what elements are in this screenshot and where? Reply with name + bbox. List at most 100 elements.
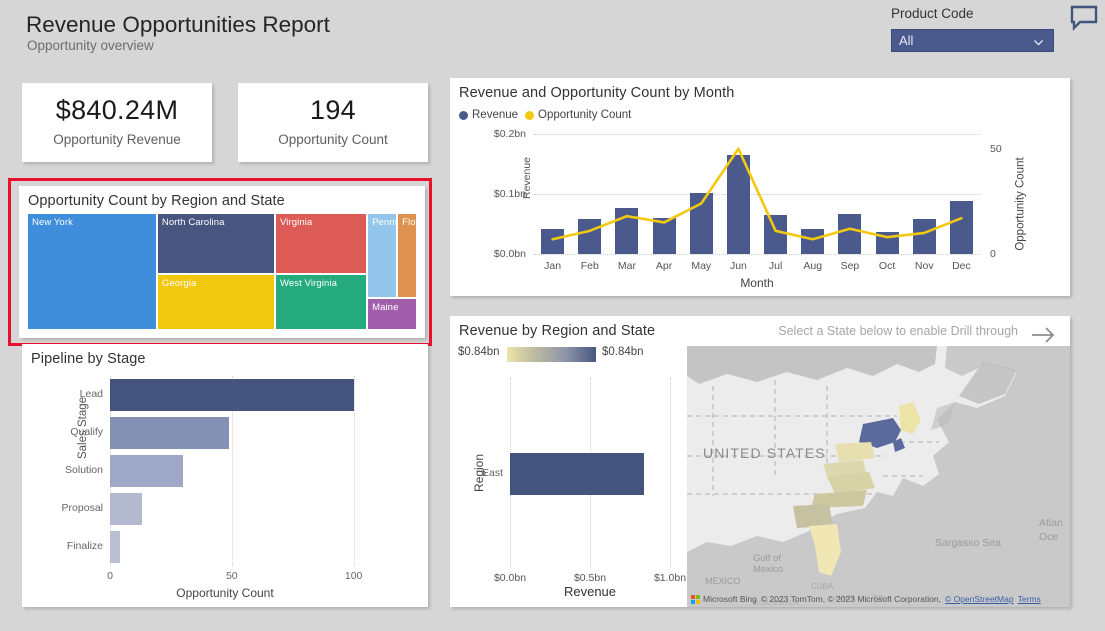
revenue-and-opportunity-count-by-month-card[interactable]: Revenue and Opportunity Count by Month R…	[450, 78, 1070, 296]
x-axis-tick: Nov	[915, 260, 934, 272]
svg-text:UNITED STATES: UNITED STATES	[703, 445, 826, 461]
x-axis-tick: Aug	[803, 260, 822, 272]
combo-plot: $0.0bn$0.1bn$0.2bn050JanFebMarAprMayJunJ…	[534, 134, 980, 254]
x-axis-tick: Jan	[544, 260, 561, 272]
legend-marker	[459, 111, 468, 120]
map-copyright-text: © 2023 TomTom, © 2023 Microsoft Corporat…	[761, 594, 941, 604]
combo-title: Revenue and Opportunity Count by Month	[450, 78, 1070, 101]
pipeline-title: Pipeline by Stage	[22, 344, 428, 367]
legend-item[interactable]: Opportunity Count	[525, 109, 631, 121]
map-graphic: UNITED STATES Sargasso Sea Gulf of Mexic…	[687, 346, 1070, 607]
svg-text:MEXICO: MEXICO	[705, 576, 741, 586]
bar[interactable]	[110, 455, 183, 487]
y-axis-tick: $0.0bn	[494, 248, 526, 260]
region-x-axis-label: Revenue	[510, 584, 670, 599]
openstreetmap-link[interactable]: © OpenStreetMap	[945, 594, 1014, 604]
bar-row[interactable]: Solution	[110, 455, 378, 487]
bar-row[interactable]: Lead	[110, 379, 378, 411]
treemap-tile-label: New York	[28, 214, 156, 228]
x-axis-tick: $0.0bn	[494, 572, 526, 584]
treemap-tile-label: Georgia	[158, 275, 274, 289]
bar[interactable]	[110, 417, 229, 449]
combo-x-axis-label: Month	[534, 276, 980, 290]
treemap-tile[interactable]: West Virginia	[275, 274, 367, 330]
comment-icon[interactable]	[1069, 4, 1099, 32]
secondary-y-axis-tick: 50	[990, 143, 1002, 155]
treemap-tile[interactable]: Virginia	[275, 213, 367, 274]
opportunity-count-line	[534, 134, 980, 254]
terms-link[interactable]: Terms	[1018, 594, 1041, 604]
drill-through-hint: Select a State below to enable Drill thr…	[778, 324, 1018, 338]
treemap-tile[interactable]: Maine	[367, 298, 417, 330]
page-title: Revenue Opportunities Report	[26, 12, 330, 38]
product-code-slicer[interactable]: All	[891, 29, 1054, 52]
page-subtitle: Opportunity overview	[27, 38, 154, 53]
svg-text:Oce: Oce	[1039, 531, 1058, 543]
svg-text:Sargasso Sea: Sargasso Sea	[935, 537, 1001, 549]
svg-text:Atlan: Atlan	[1039, 517, 1063, 529]
kpi-card-opportunity-count[interactable]: 194 Opportunity Count	[238, 83, 428, 162]
category-label: Finalize	[67, 540, 103, 552]
x-axis-tick: Sep	[841, 260, 860, 272]
svg-text:Mexico: Mexico	[753, 564, 783, 575]
y-axis-tick: $0.2bn	[494, 128, 526, 140]
x-axis-tick: Mar	[618, 260, 636, 272]
treemap-title: Opportunity Count by Region and State	[19, 186, 425, 209]
revenue-by-region-and-state-card[interactable]: Revenue by Region and State Select a Sta…	[450, 316, 1070, 607]
x-axis-tick: Dec	[952, 260, 971, 272]
x-axis-tick: 100	[345, 570, 363, 582]
secondary-y-axis-tick: 0	[990, 248, 996, 260]
gradient-legend-bar	[507, 347, 596, 362]
x-axis-tick: Apr	[656, 260, 672, 272]
treemap-tile[interactable]: Georgia	[157, 274, 275, 330]
category-label: Proposal	[62, 502, 103, 514]
svg-text:CUBA: CUBA	[811, 582, 834, 591]
x-axis-tick: $0.5bn	[574, 572, 606, 584]
bing-map[interactable]: UNITED STATES Sargasso Sea Gulf of Mexic…	[687, 346, 1070, 607]
treemap-tile[interactable]: Penns...	[367, 213, 397, 298]
bar-row[interactable]: Proposal	[110, 493, 378, 525]
bar[interactable]	[110, 493, 142, 525]
treemap-tile[interactable]: New York	[27, 213, 157, 330]
pipeline-plot: 050100LeadQualifySolutionProposalFinaliz…	[110, 376, 378, 566]
pipeline-by-stage-card[interactable]: Pipeline by Stage Sales Stage 050100Lead…	[22, 344, 428, 607]
combo-legend: Revenue Opportunity Count	[459, 109, 631, 121]
x-axis-tick: Jul	[769, 260, 782, 272]
treemap-tile-label: North Carolina	[158, 214, 274, 228]
treemap-tile-label: Maine	[368, 299, 416, 313]
gradient-legend-max: $0.84bn	[602, 346, 644, 358]
legend-item[interactable]: Revenue	[459, 109, 518, 121]
region-plot: $0.0bn$0.5bn$1.0bnEast	[510, 378, 670, 568]
kpi-label: Opportunity Revenue	[22, 132, 212, 147]
legend-label: Opportunity Count	[538, 109, 631, 121]
category-label: Solution	[65, 464, 103, 476]
chevron-down-icon	[1032, 36, 1045, 49]
kpi-card-opportunity-revenue[interactable]: $840.24M Opportunity Revenue	[22, 83, 212, 162]
treemap-tile[interactable]: North Carolina	[157, 213, 275, 274]
kpi-value: 194	[238, 95, 428, 126]
x-axis-tick: 50	[226, 570, 238, 582]
treemap-tile-label: Penns...	[368, 214, 396, 228]
pipeline-x-axis-label: Opportunity Count	[22, 586, 428, 600]
bar[interactable]	[110, 379, 354, 411]
treemap-tile-label: Flo...	[398, 214, 416, 228]
category-label: Lead	[80, 388, 103, 400]
treemap-tile[interactable]: Flo...	[397, 213, 417, 298]
arrow-right-icon[interactable]	[1028, 322, 1058, 348]
legend-marker	[525, 111, 534, 120]
gridline	[670, 378, 671, 568]
treemap-card-opportunity-count-by-region-and-state[interactable]: Opportunity Count by Region and State Ne…	[19, 186, 425, 338]
bar-row[interactable]: Qualify	[110, 417, 378, 449]
x-axis-tick: $1.0bn	[654, 572, 686, 584]
bar[interactable]	[510, 453, 644, 495]
bar-row[interactable]: Finalize	[110, 531, 378, 563]
svg-text:Gulf of: Gulf of	[753, 553, 781, 564]
map-provider-label: Microsoft Bing	[703, 594, 757, 604]
treemap-plot: New YorkNorth Carolina Georgia Virginia Wes…	[27, 213, 417, 330]
y-axis-tick: $0.1bn	[494, 188, 526, 200]
bar[interactable]	[110, 531, 120, 563]
treemap-tile-label: Virginia	[276, 214, 366, 228]
x-axis-tick: Feb	[581, 260, 599, 272]
gridline	[534, 254, 980, 255]
category-label: Qualify	[70, 426, 103, 438]
